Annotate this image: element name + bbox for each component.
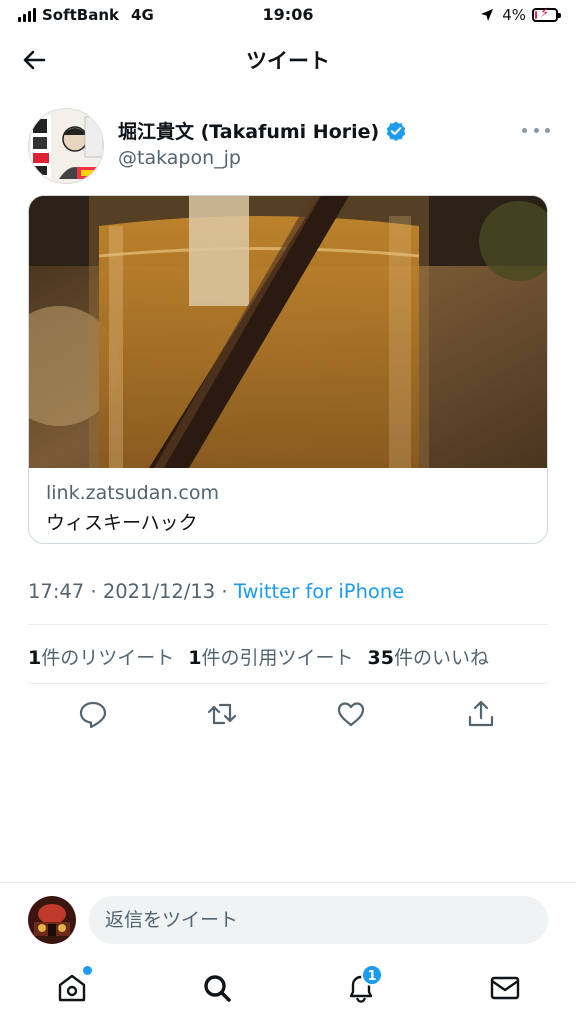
tab-notifications[interactable]: 1	[343, 964, 383, 1006]
more-options-icon[interactable]	[522, 118, 550, 142]
retweets-count: 1	[28, 647, 42, 669]
retweets-stat[interactable]: 1件のリツイート	[28, 643, 174, 670]
battery-fill	[535, 11, 537, 19]
messages-icon	[490, 976, 520, 1000]
notifications-badge: 1	[361, 964, 383, 986]
charging-bolt-icon: ⚡	[540, 6, 550, 21]
page-title: ツイート	[246, 49, 330, 73]
tweet-actions	[0, 698, 576, 734]
battery-icon: ⚡	[532, 6, 561, 22]
likes-count: 35	[367, 647, 394, 669]
share-icon[interactable]	[465, 698, 497, 730]
quotes-count: 1	[188, 647, 202, 669]
tab-messages[interactable]	[487, 970, 523, 1006]
tab-search[interactable]	[199, 970, 235, 1006]
meta-separator-2: ·	[221, 580, 228, 603]
search-icon	[204, 975, 231, 1002]
header: ツイート	[0, 36, 576, 82]
divider	[28, 683, 548, 684]
quotes-label: 件の引用ツイート	[201, 647, 354, 669]
retweet-icon[interactable]	[206, 698, 238, 730]
card-domain: link.zatsudan.com	[46, 482, 220, 504]
likes-stat[interactable]: 35件のいいね	[368, 643, 489, 670]
likes-label: 件のいいね	[393, 647, 489, 669]
reply-icon[interactable]	[77, 698, 109, 730]
reply-divider	[0, 882, 576, 883]
author-name-text: 堀江貴文 (Takafumi Horie)	[118, 121, 380, 143]
author-avatar[interactable]	[28, 108, 104, 184]
reply-input[interactable]: 返信をツイート	[89, 896, 548, 944]
location-arrow-icon	[481, 9, 494, 21]
verified-badge-icon	[386, 121, 406, 141]
home-icon	[58, 974, 86, 1002]
tweet-time: 17:47	[28, 580, 85, 603]
tweet-meta: 17:47 · 2021/12/13 · Twitter for iPhone	[28, 580, 404, 603]
card-title: ウィスキーハック	[46, 512, 198, 534]
author-name[interactable]: 堀江貴文 (Takafumi Horie)	[118, 117, 406, 144]
tab-home[interactable]	[54, 966, 92, 1006]
user-avatar-image	[28, 896, 76, 944]
divider	[28, 624, 548, 625]
tweet-date: 2021/12/13	[102, 580, 216, 603]
author-handle[interactable]: @takapon_jp	[118, 147, 241, 169]
avatar-image	[29, 109, 103, 183]
battery-percent: 4%	[502, 6, 526, 24]
tweet-source-link[interactable]: Twitter for iPhone	[234, 580, 404, 603]
status-bar: SoftBank 4G 19:06 4% ⚡	[0, 0, 576, 30]
tab-bar: 1	[0, 960, 576, 1024]
like-icon[interactable]	[335, 698, 367, 730]
user-avatar[interactable]	[28, 896, 76, 944]
link-card[interactable]: link.zatsudan.com ウィスキーハック	[28, 195, 548, 544]
home-unread-dot	[83, 966, 92, 975]
tweet-stats: 1件のリツイート 1件の引用ツイート 35件のいいね	[28, 643, 489, 670]
card-image	[29, 196, 547, 468]
quotes-stat[interactable]: 1件の引用ツイート	[188, 643, 353, 670]
status-right: 4% ⚡	[480, 6, 561, 24]
meta-separator: ·	[90, 580, 97, 603]
retweets-label: 件のリツイート	[41, 647, 175, 669]
